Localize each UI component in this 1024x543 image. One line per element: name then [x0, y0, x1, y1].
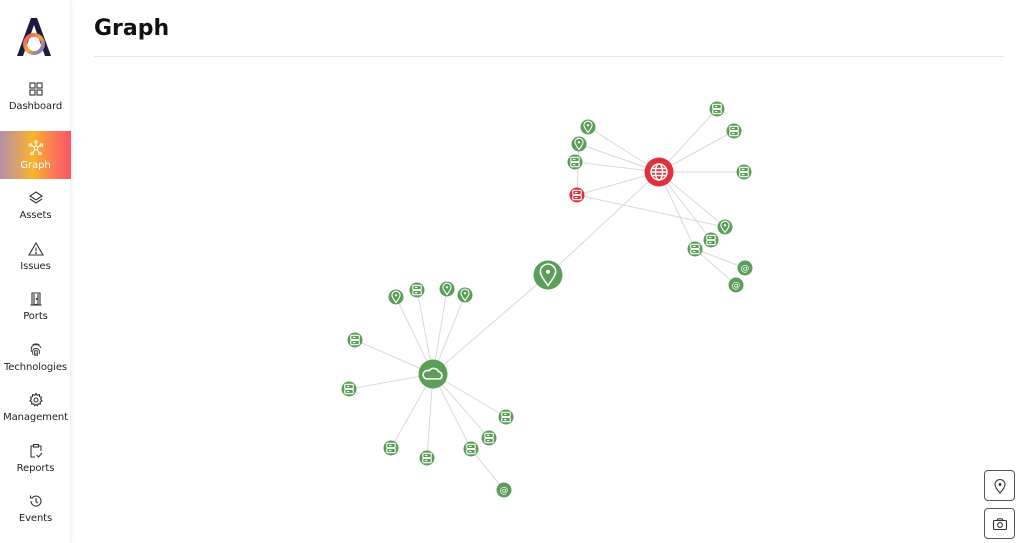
nav-label: Dashboard [8, 100, 63, 112]
graph-node-server[interactable] [736, 164, 752, 180]
graph-node-location[interactable] [457, 287, 473, 303]
warning-triangle-icon [27, 241, 44, 256]
graph-edge [694, 248, 746, 269]
sidebar-item-management[interactable]: Management [0, 383, 71, 431]
dashboard-grid-icon [28, 81, 43, 96]
door-icon [30, 291, 41, 306]
email-icon: @ [741, 264, 750, 274]
nav-label: Issues [20, 260, 51, 272]
svg-text:@: @ [741, 264, 750, 274]
nav-label: Reports [16, 462, 55, 474]
graph-node-server[interactable] [347, 332, 363, 348]
fingerprint-icon [30, 343, 41, 356]
sidebar-item-dashboard[interactable]: Dashboard [0, 72, 71, 120]
nav-label: Management [3, 411, 68, 423]
nav-label: Graph [20, 159, 51, 171]
graph-node-server[interactable] [709, 101, 725, 117]
svg-text:@: @ [732, 281, 741, 291]
graph-edge [694, 248, 737, 286]
graph-node-globe[interactable] [644, 157, 674, 187]
graph-node-server[interactable] [687, 241, 703, 257]
gear-icon [28, 392, 43, 407]
sidebar-item-reports[interactable]: Reports [0, 434, 71, 482]
graph-node-location[interactable] [533, 260, 563, 290]
graph-edge [470, 448, 505, 491]
graph-node-server[interactable] [567, 154, 583, 170]
app-root: Dashboard Graph Assets Issues Ports Tech… [0, 0, 1024, 543]
graph-node-email[interactable]: @ [728, 277, 744, 293]
graph-node-location[interactable] [717, 219, 733, 235]
sidebar-item-assets[interactable]: Assets [0, 181, 71, 229]
locate-button[interactable] [984, 470, 1015, 501]
clipboard-check-icon [29, 443, 42, 458]
graph-node-server[interactable] [726, 123, 742, 139]
graph-node-server[interactable] [341, 381, 357, 397]
app-logo-icon[interactable] [14, 14, 54, 58]
header-divider [94, 56, 1004, 57]
graph-node-email[interactable]: @ [496, 482, 512, 498]
sidebar: Dashboard Graph Assets Issues Ports Tech… [0, 0, 71, 543]
sidebar-item-graph[interactable]: Graph [0, 131, 71, 179]
graph-node-server[interactable] [498, 409, 514, 425]
svg-text:@: @ [500, 486, 509, 496]
email-icon: @ [732, 281, 741, 291]
graph-node-server[interactable] [383, 440, 399, 456]
graph-node-server[interactable] [481, 430, 497, 446]
graph-node-location[interactable] [571, 136, 587, 152]
sidebar-item-ports[interactable]: Ports [0, 282, 71, 330]
camera-icon [992, 517, 1007, 530]
graph-edges [348, 108, 746, 491]
graph-nodes: @@@ [341, 101, 753, 498]
graph-edge [576, 194, 726, 228]
nav-label: Technologies [3, 361, 68, 373]
map-pin-icon [993, 478, 1006, 494]
graph-node-location[interactable] [580, 119, 596, 135]
sidebar-item-events[interactable]: Events [0, 484, 71, 532]
graph-canvas[interactable]: @@@ [72, 58, 1024, 543]
sidebar-item-technologies[interactable]: Technologies [0, 333, 71, 381]
email-icon: @ [500, 486, 509, 496]
graph-node-server[interactable] [419, 450, 435, 466]
graph-nodes-icon [28, 139, 43, 155]
page-title: Graph [94, 16, 170, 41]
graph-node-cloud[interactable] [418, 359, 448, 389]
graph-node-server[interactable] [463, 441, 479, 457]
history-icon [29, 495, 41, 507]
nav-label: Events [18, 512, 53, 524]
graph-edge [576, 143, 580, 196]
graph-node-location[interactable] [439, 281, 455, 297]
graph-node-server[interactable] [703, 232, 719, 248]
graph-node-email[interactable]: @ [737, 260, 753, 276]
graph-node-server[interactable] [409, 282, 425, 298]
graph-node-server[interactable] [569, 187, 585, 203]
screenshot-button[interactable] [984, 508, 1015, 539]
sidebar-item-issues[interactable]: Issues [0, 232, 71, 280]
graph-node-location[interactable] [388, 289, 404, 305]
nav-label: Assets [19, 209, 52, 221]
layers-icon [28, 190, 43, 204]
nav-label: Ports [23, 310, 48, 322]
